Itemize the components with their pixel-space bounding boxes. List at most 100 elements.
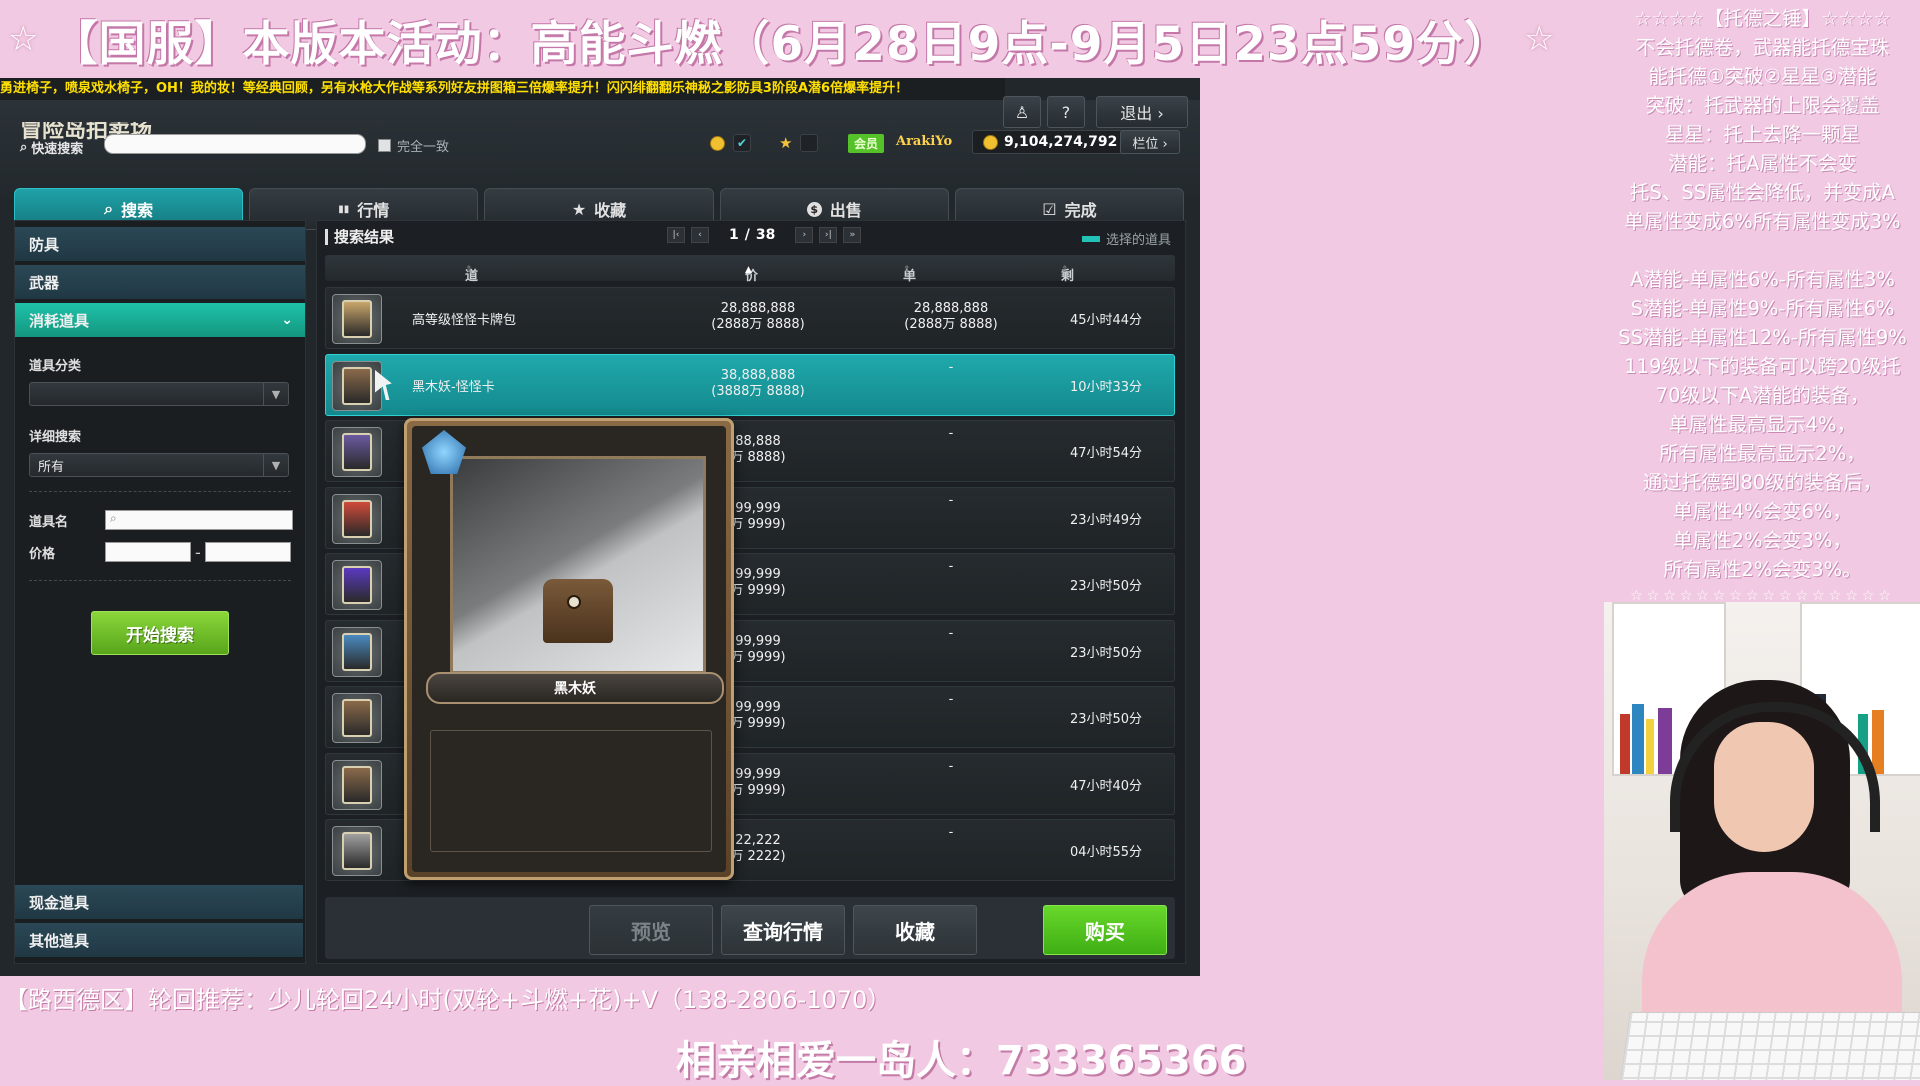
item-name-row: 道具名 ⌕ [15, 510, 305, 530]
dollar-icon: $ [806, 201, 822, 217]
card-image [342, 433, 372, 471]
item-card-icon [332, 759, 382, 810]
item-unit-price: - [876, 692, 1026, 708]
note-line: A潜能-单属性6%-所有属性3% [1630, 268, 1895, 291]
checkbox-icon: ☑ [1042, 199, 1057, 219]
page-current: 1 [729, 227, 739, 243]
book [1646, 719, 1654, 774]
jump-page-button[interactable]: » [843, 227, 862, 243]
buy-button[interactable]: 购买 [1043, 905, 1167, 955]
unit-dash: - [948, 559, 954, 574]
unit-dash: - [948, 426, 954, 441]
help-button[interactable]: ? [1047, 96, 1085, 128]
item-name-input[interactable]: ⌕ [105, 510, 293, 530]
item-class-dropdown[interactable]: ▼ [29, 382, 289, 406]
slot-button[interactable]: 栏位 › [1120, 130, 1180, 154]
time-remaining: 10小时33分 [1069, 379, 1143, 395]
time-remaining: 47小时40分 [1069, 778, 1143, 794]
item-card-icon [332, 427, 382, 477]
item-name: 黑木妖-怪怪卡 [412, 379, 495, 395]
card-name: 黑木妖 [426, 672, 724, 704]
note-line: SS潜能-单属性12%-所有属性9% [1618, 326, 1907, 349]
time-remaining: 45小时44分 [1069, 313, 1143, 328]
detail-search-dropdown[interactable]: 所有 ▼ [29, 453, 289, 477]
note-line: 托S、SS属性会降低，并变成A [1630, 181, 1895, 204]
market-query-button[interactable]: 查询行情 [721, 905, 845, 955]
price-max-input[interactable] [204, 542, 291, 562]
meso-coin-icon [983, 134, 998, 150]
tab-label: 完成 [1064, 201, 1097, 220]
start-search-button[interactable]: 开始搜索 [91, 611, 229, 655]
next-page-button[interactable]: › [795, 227, 814, 243]
empty-filter-icon[interactable] [800, 134, 819, 152]
table-row[interactable]: 高等级怪怪卡牌包 28,888,888 (2888万 8888) 28,888,888… [325, 287, 1175, 349]
category-cash[interactable]: 现金道具 [15, 885, 303, 919]
time-remaining: 04小时55分 [1069, 845, 1143, 860]
table-row[interactable]: 黑木妖-怪怪卡 38,888,888 (3888万 8888) - 10小时33分 [325, 353, 1175, 416]
tooltip-body: 黑木妖 [412, 426, 726, 872]
detail-search-label: 详细搜索 [29, 430, 82, 445]
chevron-down-icon: ▼ [263, 454, 288, 476]
last-page-button[interactable]: ›| [819, 227, 838, 243]
coin-filter-icon[interactable] [710, 135, 725, 151]
username: ArakiYo [896, 134, 953, 149]
detail-search-value: 所有 [38, 459, 65, 475]
card-image [342, 366, 372, 405]
item-unit-price: - [876, 626, 1026, 642]
stump-eye [567, 595, 581, 609]
card-image [342, 566, 372, 604]
note-line: 所有属性最高显示2%， [1659, 442, 1866, 465]
category-sidebar: 防具 武器 消耗道具 ⌄ 道具分类 ▼ 详细搜索 所有 ▼ 道具名 ⌕ 价格 -… [14, 220, 306, 964]
divider [29, 580, 291, 581]
chevron-down-icon: ⌄ [281, 312, 293, 328]
quick-search-input[interactable] [104, 134, 366, 154]
note-line: ☆☆☆☆【托德之锤】☆☆☆☆ [1634, 7, 1891, 30]
time-remaining: 23小时49分 [1069, 512, 1143, 528]
first-page-button[interactable]: |‹ [667, 227, 685, 243]
search-icon: ⌕ [104, 199, 114, 218]
note-line: 能托德①突破②星星③潜能 [1648, 65, 1877, 88]
user-button[interactable]: ♙ [1003, 96, 1041, 128]
item-class-label: 道具分类 [29, 359, 82, 374]
keyboard [1618, 1012, 1920, 1080]
unit-dash: - [948, 825, 954, 840]
legend-label: 选择的道具 [1105, 233, 1171, 248]
favorite-button[interactable]: 收藏 [853, 905, 977, 955]
book [1632, 704, 1644, 774]
meso-balance: 9,104,274,792 [972, 130, 1129, 154]
category-weapon[interactable]: 武器 [15, 265, 305, 299]
stream-banner: ☆ 【国服】本版本活动：高能斗燃（6月28日9点-9月5日23点59分） ☆ [0, 0, 1608, 78]
item-unit-price: - [876, 559, 1026, 575]
checkbox-box[interactable] [378, 139, 391, 152]
card-image [342, 699, 372, 737]
webcam-feed [1604, 602, 1920, 1080]
chart-icon: ▮▮ [338, 203, 350, 215]
item-unit-price: - [876, 426, 1026, 442]
table-header: 道具名称 ⇕ 价格 ▲ 单个价格 ⇕ 剩余时间 ⇕ [325, 255, 1175, 341]
star-filter-icon[interactable]: ★ [779, 134, 792, 152]
item-name-label: 道具名 [29, 514, 69, 530]
price-wan: (3888万 8888) [711, 383, 805, 399]
card-image [342, 832, 372, 870]
promo-line: 【路西德区】轮回推荐：少儿轮回24小时(双轮+斗燃+花)+V（138-2806-… [4, 986, 892, 1014]
exact-match-checkbox[interactable]: 完全一致 [378, 136, 449, 155]
price-label: 价格 [29, 546, 56, 562]
sort-icon: ⇕ [1061, 265, 1069, 275]
exact-match-label: 完全一致 [397, 140, 450, 155]
prev-page-button[interactable]: ‹ [691, 227, 709, 243]
legend-swatch [1081, 235, 1100, 242]
sort-icon: ⇕ [903, 265, 911, 275]
category-armor[interactable]: 防具 [15, 227, 305, 261]
page-separator: / [744, 227, 750, 243]
preview-button[interactable]: 预览 [589, 905, 713, 955]
category-etc[interactable]: 其他道具 [15, 923, 303, 957]
category-consumables[interactable]: 消耗道具 ⌄ [15, 303, 305, 337]
check-filter-icon[interactable]: ✔ [733, 134, 751, 152]
meso-amount: 9,104,274,792 [1004, 134, 1118, 150]
category-label: 消耗道具 [29, 311, 90, 330]
exit-button[interactable]: 退出 › [1096, 96, 1188, 128]
price-min-input[interactable] [105, 542, 191, 562]
